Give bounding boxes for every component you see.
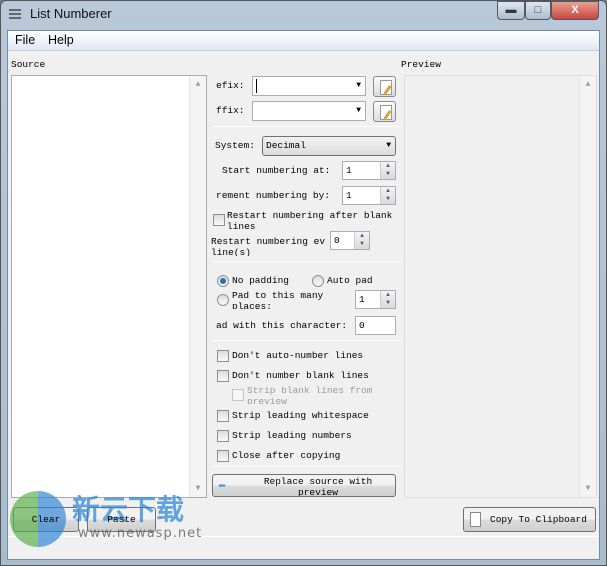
watermark-url: www.newasp.net [78, 526, 203, 541]
source-scrollbar[interactable]: ▲ ▼ [189, 76, 206, 497]
start-value: 1 [346, 165, 352, 176]
divider [213, 261, 401, 262]
dont-number-blank-label: Don't number blank lines [232, 370, 369, 381]
increment-label: rement numbering by: [216, 190, 331, 201]
menu-bar: File Help [8, 31, 599, 51]
no-padding-label: No padding [232, 275, 290, 286]
dropdown-arrow-icon: ▼ [386, 141, 391, 150]
preview-label: Preview [401, 59, 441, 70]
strip-blank-preview-label: Strip blank lines from preview [247, 385, 373, 404]
auto-pad-label: Auto pad [327, 275, 373, 286]
pad-places-value: 1 [359, 294, 365, 305]
pad-char-input[interactable]: 0 [355, 316, 396, 335]
increment-value: 1 [346, 190, 352, 201]
copy-to-clipboard-button[interactable]: Copy To Clipboard [463, 507, 596, 532]
dont-auto-number-label: Don't auto-number lines [232, 350, 364, 361]
divider [213, 126, 401, 127]
edit-prefix-button[interactable] [373, 76, 396, 97]
dont-number-blank-checkbox[interactable] [217, 370, 229, 382]
preview-scrollbar[interactable]: ▲ ▼ [579, 76, 596, 497]
copy-icon [470, 512, 481, 527]
replace-source-button[interactable]: ⬅ Replace source with preview [212, 474, 396, 497]
restart-blank-label: Restart numbering after blank lines [227, 210, 393, 230]
restart-blank-checkbox[interactable] [213, 214, 225, 226]
no-padding-radio[interactable] [217, 275, 229, 287]
pad-char-value: 0 [359, 320, 365, 331]
spin-arrows-icon[interactable]: ▲ ▼ [380, 291, 395, 308]
spin-arrows-icon[interactable]: ▲ ▼ [354, 232, 369, 249]
system-value: Decimal [266, 140, 306, 151]
spin-arrows-icon[interactable]: ▲ ▼ [380, 162, 395, 179]
menu-help[interactable]: Help [48, 33, 74, 47]
scroll-down-arrow-icon[interactable]: ▼ [580, 484, 596, 493]
auto-pad-radio[interactable] [312, 275, 324, 287]
pad-places-label: Pad to this many places: [232, 290, 324, 309]
restart-every-spinner[interactable]: 0 ▲ ▼ [330, 231, 370, 250]
prefix-combo[interactable]: ▼ [252, 76, 366, 96]
dropdown-arrow-icon: ▼ [356, 81, 361, 90]
strip-blank-preview-checkbox[interactable] [232, 389, 244, 401]
dropdown-arrow-icon: ▼ [356, 106, 361, 115]
restart-every-label: Restart numbering ev line(s) [211, 236, 326, 256]
source-textarea[interactable]: ▲ ▼ [11, 75, 207, 498]
menu-file[interactable]: File [15, 33, 35, 47]
source-label: Source [11, 59, 46, 70]
maximize-button[interactable]: □ [525, 1, 551, 20]
restart-every-value: 0 [334, 235, 340, 246]
edit-suffix-button[interactable] [373, 101, 396, 122]
start-spinner[interactable]: 1 ▲ ▼ [342, 161, 396, 180]
copy-label: Copy To Clipboard [490, 514, 587, 525]
suffix-combo[interactable]: ▼ [252, 101, 366, 121]
preview-textarea[interactable]: ▲ ▼ [404, 75, 597, 498]
system-select[interactable]: Decimal ▼ [262, 136, 396, 156]
spin-arrows-icon[interactable]: ▲ ▼ [380, 187, 395, 204]
pad-places-radio[interactable] [217, 294, 229, 306]
pad-char-label: ad with this character: [216, 320, 348, 331]
client-area: File Help Source ▲ ▼ Preview ▲ ▼ efix: ▼… [7, 30, 600, 560]
increment-spinner[interactable]: 1 ▲ ▼ [342, 186, 396, 205]
clear-label: Clear [31, 514, 61, 525]
suffix-label: ffix: [216, 105, 245, 116]
paste-label: Paste [107, 514, 136, 525]
dont-auto-number-checkbox[interactable] [217, 350, 229, 362]
close-after-copy-checkbox[interactable] [217, 450, 229, 462]
pad-places-spinner[interactable]: 1 ▲ ▼ [355, 290, 396, 309]
close-after-copy-label: Close after copying [232, 450, 341, 461]
start-label: Start numbering at: [222, 165, 331, 176]
strip-numbers-label: Strip leading numbers [232, 430, 352, 441]
window-title: List Numberer [30, 6, 112, 21]
minimize-button[interactable]: ▬ [497, 1, 525, 20]
strip-numbers-checkbox[interactable] [217, 430, 229, 442]
scroll-up-arrow-icon[interactable]: ▲ [190, 80, 206, 89]
replace-source-label: Replace source with preview [263, 476, 373, 497]
divider [213, 340, 401, 341]
strip-whitespace-checkbox[interactable] [217, 410, 229, 422]
strip-whitespace-label: Strip leading whitespace [232, 410, 369, 421]
scroll-up-arrow-icon[interactable]: ▲ [580, 80, 596, 89]
system-label: System: [215, 140, 255, 151]
close-button[interactable]: X [551, 1, 599, 20]
divider [213, 466, 401, 467]
app-menu-icon[interactable] [9, 9, 21, 19]
prefix-label: efix: [216, 80, 245, 91]
